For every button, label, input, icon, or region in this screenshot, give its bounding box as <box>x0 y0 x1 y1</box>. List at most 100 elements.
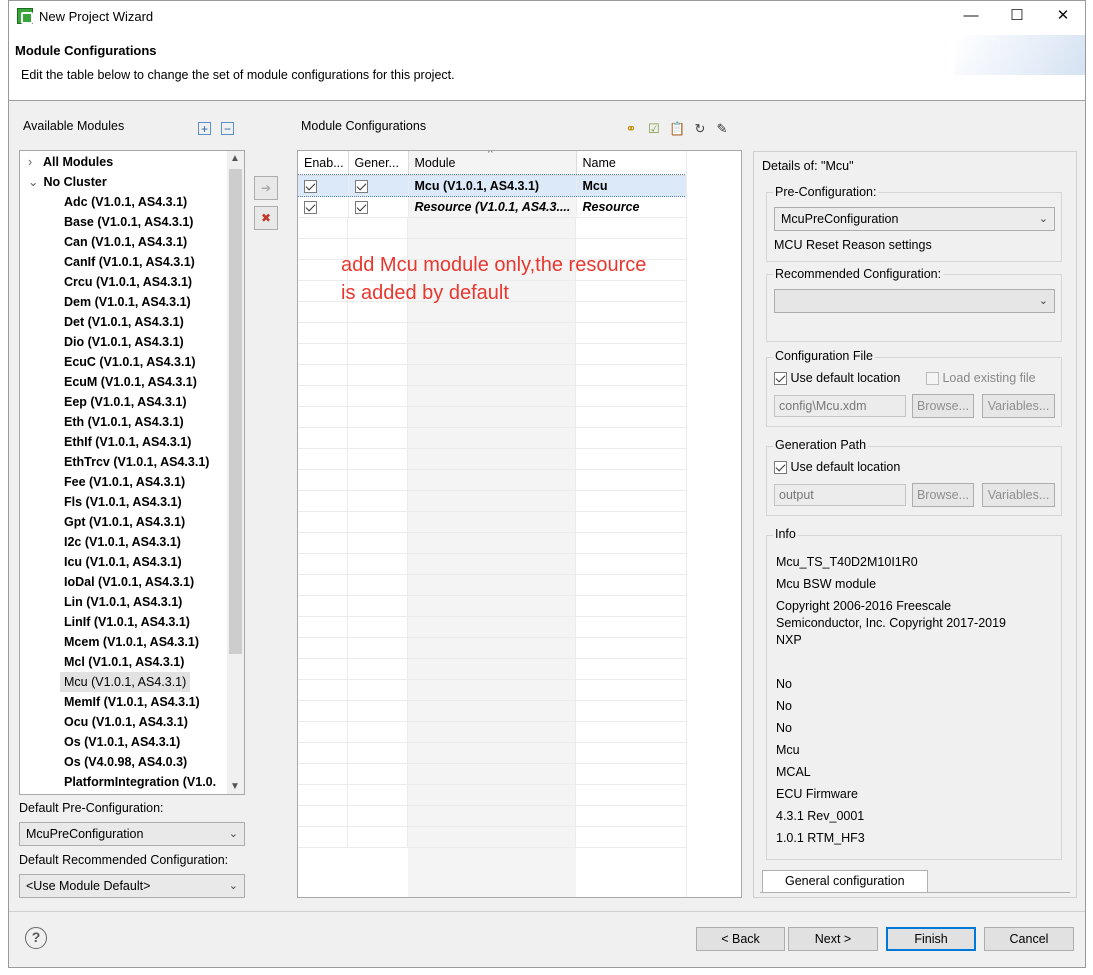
tree-item-module[interactable]: EcuM (V1.0.1, AS4.3.1) <box>64 372 197 392</box>
tree-item-module[interactable]: MemIf (V1.0.1, AS4.3.1) <box>64 692 200 712</box>
paste-icon[interactable]: 📋 <box>669 121 685 137</box>
config-use-default-option[interactable]: Use default location <box>774 371 900 386</box>
recommended-select[interactable]: ⌄ <box>774 289 1055 313</box>
genpath-use-default-checkbox[interactable] <box>774 461 787 475</box>
tree-scrollbar[interactable]: ▲ ▼ <box>227 151 244 794</box>
load-existing-checkbox[interactable] <box>926 372 939 386</box>
tree-item-module[interactable]: CanIf (V1.0.1, AS4.3.1) <box>64 252 195 272</box>
column-header-name[interactable]: Name <box>576 151 687 176</box>
module-cell[interactable]: Resource (V1.0.1, AS4.3.... <box>408 196 577 218</box>
tree-item-module[interactable]: Mcu (V1.0.1, AS4.3.1) <box>60 672 191 692</box>
config-file-input[interactable]: config\Mcu.xdm <box>774 395 906 417</box>
load-existing-option[interactable]: Load existing file <box>926 371 1036 386</box>
help-icon[interactable]: ? <box>25 927 47 949</box>
tree-item-module[interactable]: Can (V1.0.1, AS4.3.1) <box>64 232 187 252</box>
details-panel: Details of: "Mcu" Pre-Configuration: Mcu… <box>753 151 1077 898</box>
tree-item-module[interactable]: Icu (V1.0.1, AS4.3.1) <box>64 552 182 572</box>
refresh-config-icon[interactable]: ↻ <box>692 121 708 137</box>
tree-item-module[interactable]: Dem (V1.0.1, AS4.3.1) <box>64 292 191 312</box>
tree-item-module[interactable]: Dio (V1.0.1, AS4.3.1) <box>64 332 184 352</box>
name-cell[interactable]: Mcu <box>576 175 687 197</box>
tree-node-all-modules[interactable]: › All Modules <box>28 152 113 172</box>
empty-table-row <box>298 722 686 743</box>
tree-item-module[interactable]: Eep (V1.0.1, AS4.3.1) <box>64 392 187 412</box>
cell-divider <box>575 722 576 743</box>
generate-cell[interactable] <box>348 175 409 197</box>
table-row-resource[interactable]: Resource (V1.0.1, AS4.3.... Resource <box>298 196 687 218</box>
preconfig-select[interactable]: McuPreConfiguration ⌄ <box>774 207 1055 231</box>
name-cell[interactable]: Resource <box>576 196 687 218</box>
tab-general-configuration[interactable]: General configuration <box>762 870 928 892</box>
wizard-window: New Project Wizard — ☐ ✕ Module Configur… <box>8 0 1086 968</box>
use-default-location-checkbox[interactable] <box>774 372 787 386</box>
collapse-all-icon[interactable]: − <box>221 122 234 135</box>
tree-item-module[interactable]: Gpt (V1.0.1, AS4.3.1) <box>64 512 185 532</box>
tree-item-module[interactable]: Os (V4.0.98, AS4.0.3) <box>64 752 187 772</box>
enabled-cell[interactable] <box>298 196 349 218</box>
add-module-button[interactable]: ➔ <box>254 176 278 200</box>
cell-divider <box>575 428 576 449</box>
tree-item-module[interactable]: LinIf (V1.0.1, AS4.3.1) <box>64 612 190 632</box>
table-row-mcu[interactable]: Mcu (V1.0.1, AS4.3.1) Mcu <box>298 174 687 197</box>
tree-item-module[interactable]: Base (V1.0.1, AS4.3.1) <box>64 212 193 232</box>
enabled-cell[interactable] <box>298 175 349 197</box>
tree-item-module[interactable]: Mcl (V1.0.1, AS4.3.1) <box>64 652 184 672</box>
expand-all-icon[interactable]: + <box>198 122 211 136</box>
generate-checkbox[interactable] <box>354 179 368 193</box>
tree-item-module[interactable]: Eth (V1.0.1, AS4.3.1) <box>64 412 184 432</box>
column-header-enabled[interactable]: Enab... <box>298 151 349 176</box>
tree-item-module[interactable]: EthIf (V1.0.1, AS4.3.1) <box>64 432 191 452</box>
back-button[interactable]: < Back <box>696 927 785 951</box>
tree-item-module[interactable]: EthTrcv (V1.0.1, AS4.3.1) <box>64 452 209 472</box>
tree-item-module[interactable]: PlatformIntegration (V1.0. <box>64 772 216 792</box>
config-browse-button[interactable]: Browse... <box>912 394 974 418</box>
link-icon[interactable]: ⚭ <box>623 121 639 137</box>
generation-path-input[interactable]: output <box>774 484 906 506</box>
cancel-button[interactable]: Cancel <box>984 927 1074 951</box>
generate-checkbox[interactable] <box>354 200 368 214</box>
genpath-browse-button[interactable]: Browse... <box>912 483 974 507</box>
chevron-down-icon[interactable]: ⌄ <box>28 172 40 192</box>
module-cell[interactable]: Mcu (V1.0.1, AS4.3.1) <box>408 175 577 197</box>
scroll-thumb[interactable] <box>229 169 242 654</box>
default-recommended-select[interactable]: <Use Module Default> ⌄ <box>19 874 245 898</box>
enabled-checkbox[interactable] <box>304 179 317 193</box>
config-variables-button[interactable]: Variables... <box>982 394 1055 418</box>
tree-item-module[interactable]: Fee (V1.0.1, AS4.3.1) <box>64 472 185 492</box>
cell-divider <box>407 428 408 449</box>
generate-cell[interactable] <box>348 196 409 218</box>
tree-item-module[interactable]: Fls (V1.0.1, AS4.3.1) <box>64 492 182 512</box>
chevron-right-icon[interactable]: › <box>28 152 40 172</box>
config-grid[interactable]: Enab... Gener... Module Name Mcu (V1.0.1… <box>298 151 687 218</box>
column-header-module[interactable]: Module <box>408 151 577 176</box>
tree-item-module[interactable]: IoDal (V1.0.1, AS4.3.1) <box>64 572 194 592</box>
tree-item-module[interactable]: I2c (V1.0.1, AS4.3.1) <box>64 532 181 552</box>
wand-icon[interactable]: ✎ <box>714 121 730 137</box>
close-button[interactable]: ✕ <box>1041 5 1085 27</box>
minimize-button[interactable]: — <box>949 5 993 27</box>
default-preconfig-select[interactable]: McuPreConfiguration ⌄ <box>19 822 245 846</box>
tree-item-module[interactable]: Lin (V1.0.1, AS4.3.1) <box>64 592 182 612</box>
scroll-up-icon[interactable]: ▲ <box>227 153 243 164</box>
scroll-down-icon[interactable]: ▼ <box>227 781 243 792</box>
tree-item-module[interactable]: EcuC (V1.0.1, AS4.3.1) <box>64 352 196 372</box>
tree-item-module[interactable]: Det (V1.0.1, AS4.3.1) <box>64 312 184 332</box>
info-value: No <box>776 721 792 735</box>
next-button[interactable]: Next > <box>788 927 878 951</box>
validate-icon[interactable]: ☑ <box>646 121 662 137</box>
column-header-generate[interactable]: Gener... <box>348 151 409 176</box>
available-modules-tree[interactable]: › All Modules ⌄ No Cluster Adc (V1.0.1, … <box>19 150 245 795</box>
maximize-button[interactable]: ☐ <box>995 5 1039 27</box>
genpath-variables-button[interactable]: Variables... <box>982 483 1055 507</box>
tree-item-module[interactable]: Adc (V1.0.1, AS4.3.1) <box>64 192 187 212</box>
cell-divider <box>575 680 576 701</box>
remove-module-button[interactable]: ✖ <box>254 206 278 230</box>
tree-item-module[interactable]: Mcem (V1.0.1, AS4.3.1) <box>64 632 199 652</box>
tree-item-module[interactable]: Os (V1.0.1, AS4.3.1) <box>64 732 180 752</box>
enabled-checkbox[interactable] <box>304 200 317 214</box>
finish-button[interactable]: Finish <box>886 927 976 951</box>
genpath-use-default-option[interactable]: Use default location <box>774 460 900 475</box>
tree-node-no-cluster[interactable]: ⌄ No Cluster <box>28 172 107 192</box>
tree-item-module[interactable]: Crcu (V1.0.1, AS4.3.1) <box>64 272 192 292</box>
tree-item-module[interactable]: Ocu (V1.0.1, AS4.3.1) <box>64 712 188 732</box>
